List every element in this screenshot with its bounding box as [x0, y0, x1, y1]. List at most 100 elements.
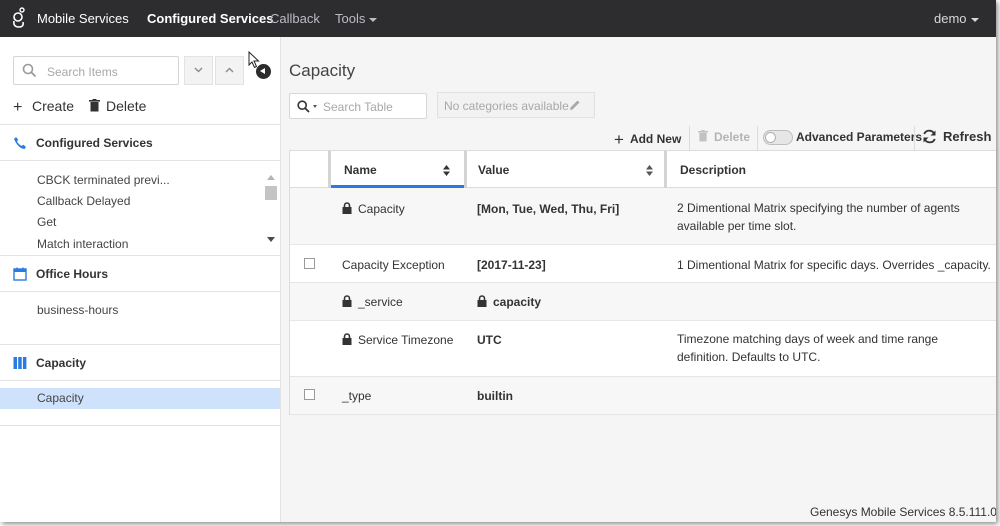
nav-configured-services[interactable]: Configured Services	[147, 11, 273, 26]
table-row[interactable]: Capacity [Mon, Tue, Wed, Thu, Fri] 2 Dim…	[290, 188, 996, 245]
row-checkbox[interactable]	[304, 389, 315, 400]
header-value-label: Value	[478, 163, 510, 177]
table-row[interactable]: _type builtin	[290, 377, 996, 415]
section-office-hours[interactable]: Office Hours	[0, 255, 280, 292]
table-row[interactable]: _service capacity	[290, 283, 996, 321]
refresh-label: Refresh	[943, 129, 992, 144]
sidebar-item-capacity[interactable]: Capacity	[0, 388, 280, 409]
row-value: [2017-11-23]	[477, 258, 546, 272]
sidebar-item-callback-delayed[interactable]: Callback Delayed	[37, 194, 130, 208]
row-checkbox[interactable]	[304, 258, 315, 269]
search-icon	[22, 63, 37, 78]
categories-selector[interactable]: No categories available	[437, 92, 595, 118]
nav-tools[interactable]: Tools	[335, 11, 378, 26]
header-name-label: Name	[344, 163, 377, 177]
scroll-thumb[interactable]	[265, 186, 277, 200]
row-value: capacity	[477, 295, 541, 309]
row-description: 2 Dimentional Matrix specifying the numb…	[677, 201, 960, 233]
plus-icon: +	[614, 130, 624, 149]
delete-row-button[interactable]: Delete	[698, 130, 750, 144]
section-title: Capacity	[36, 356, 87, 370]
row-name: Capacity Exception	[342, 258, 445, 272]
scroll-down-arrow-icon[interactable]	[267, 237, 275, 242]
sort-icon[interactable]	[443, 165, 450, 176]
create-button[interactable]: + Create	[13, 98, 74, 117]
sidebar: Search Items + Create Delete Configured S…	[0, 37, 281, 522]
section-configured-services[interactable]: Configured Services	[0, 124, 280, 161]
nav-callback[interactable]: Callback	[270, 11, 320, 26]
phone-icon	[14, 137, 26, 149]
scroll-up-arrow-icon[interactable]	[267, 175, 275, 180]
toggle-knob	[765, 132, 776, 143]
sidebar-search-input[interactable]: Search Items	[13, 56, 179, 85]
genesys-logo-icon	[13, 7, 25, 28]
sidebar-item-match-interaction[interactable]: Match interaction	[37, 237, 128, 251]
row-description: Timezone matching days of week and time …	[677, 332, 939, 364]
delete-button[interactable]: Delete	[89, 98, 146, 114]
sort-icon[interactable]	[646, 165, 653, 176]
lock-icon	[342, 333, 352, 345]
header-description-label: Description	[680, 163, 747, 177]
table-search-input[interactable]: Search Table	[289, 93, 427, 119]
advanced-parameters-label[interactable]: Advanced Parameters	[796, 130, 922, 144]
section-capacity[interactable]: Capacity	[0, 344, 280, 381]
sidebar-item-business-hours[interactable]: business-hours	[37, 303, 118, 317]
sidebar-expand-button[interactable]	[184, 56, 213, 85]
divider	[0, 425, 280, 426]
chevron-down-icon	[970, 17, 979, 22]
toolbar-divider	[757, 126, 758, 151]
table-search-placeholder: Search Table	[323, 100, 393, 114]
header-name[interactable]: Name	[331, 151, 464, 188]
page-title: Capacity	[289, 61, 356, 80]
row-description: 1 Dimentional Matrix for specific days. …	[677, 258, 991, 272]
toolbar-divider	[914, 126, 915, 151]
table-row[interactable]: Capacity Exception [2017-11-23] 1 Diment…	[290, 245, 996, 283]
sidebar-search-placeholder: Search Items	[47, 65, 118, 79]
mouse-cursor-icon	[248, 51, 260, 69]
calendar-icon	[13, 267, 27, 281]
sidebar-item-get[interactable]: Get	[37, 215, 56, 229]
app-brand[interactable]: Mobile Services	[37, 11, 129, 26]
trash-icon	[698, 130, 708, 142]
chevron-down-icon	[369, 17, 378, 22]
footer-version: Genesys Mobile Services 8.5.111.0	[810, 505, 996, 519]
trash-icon	[89, 99, 100, 112]
header-select-column	[290, 151, 328, 188]
table-row[interactable]: Service Timezone UTC Timezone matching d…	[290, 321, 996, 377]
chevron-down-icon	[194, 67, 203, 73]
app-window: Mobile Services Configured Services Call…	[0, 0, 996, 522]
chevron-up-icon	[225, 67, 234, 73]
user-name: demo	[934, 11, 967, 26]
user-menu[interactable]: demo	[934, 11, 979, 26]
row-value: UTC	[477, 333, 502, 347]
refresh-button[interactable]: Refresh	[922, 129, 991, 144]
sidebar-item-cbck-terminated[interactable]: CBCK terminated previ...	[37, 173, 170, 187]
row-value: builtin	[477, 389, 513, 403]
header-description[interactable]: Description	[667, 151, 996, 188]
add-new-button[interactable]: + Add New	[614, 130, 681, 150]
row-name: Service Timezone	[342, 333, 453, 347]
parameters-table: Name Value Description Capacity [Mon, Tu…	[289, 150, 996, 415]
row-value: [Mon, Tue, Wed, Thu, Fri]	[477, 202, 620, 216]
row-value-text: capacity	[493, 295, 542, 309]
row-name: _service	[342, 295, 403, 309]
lock-icon	[342, 202, 352, 214]
sidebar-scrollbar[interactable]	[264, 171, 277, 245]
advanced-parameters-toggle[interactable]	[763, 130, 793, 145]
delete-row-label: Delete	[714, 130, 751, 144]
row-name: _type	[342, 389, 372, 403]
top-navbar: Mobile Services Configured Services Call…	[0, 0, 996, 37]
nav-tools-label: Tools	[335, 11, 366, 26]
categories-placeholder: No categories available	[444, 99, 569, 113]
row-name-text: _service	[358, 295, 403, 309]
refresh-icon	[923, 129, 936, 144]
sidebar-collapse-button[interactable]	[215, 56, 244, 85]
caret-down-icon[interactable]	[313, 105, 317, 108]
lock-icon	[342, 295, 352, 307]
header-value[interactable]: Value	[467, 151, 664, 188]
plus-icon: +	[13, 99, 23, 116]
row-name-text: Service Timezone	[358, 333, 454, 347]
search-icon	[297, 100, 310, 113]
pencil-icon[interactable]	[569, 99, 581, 111]
section-title: Configured Services	[36, 136, 153, 150]
